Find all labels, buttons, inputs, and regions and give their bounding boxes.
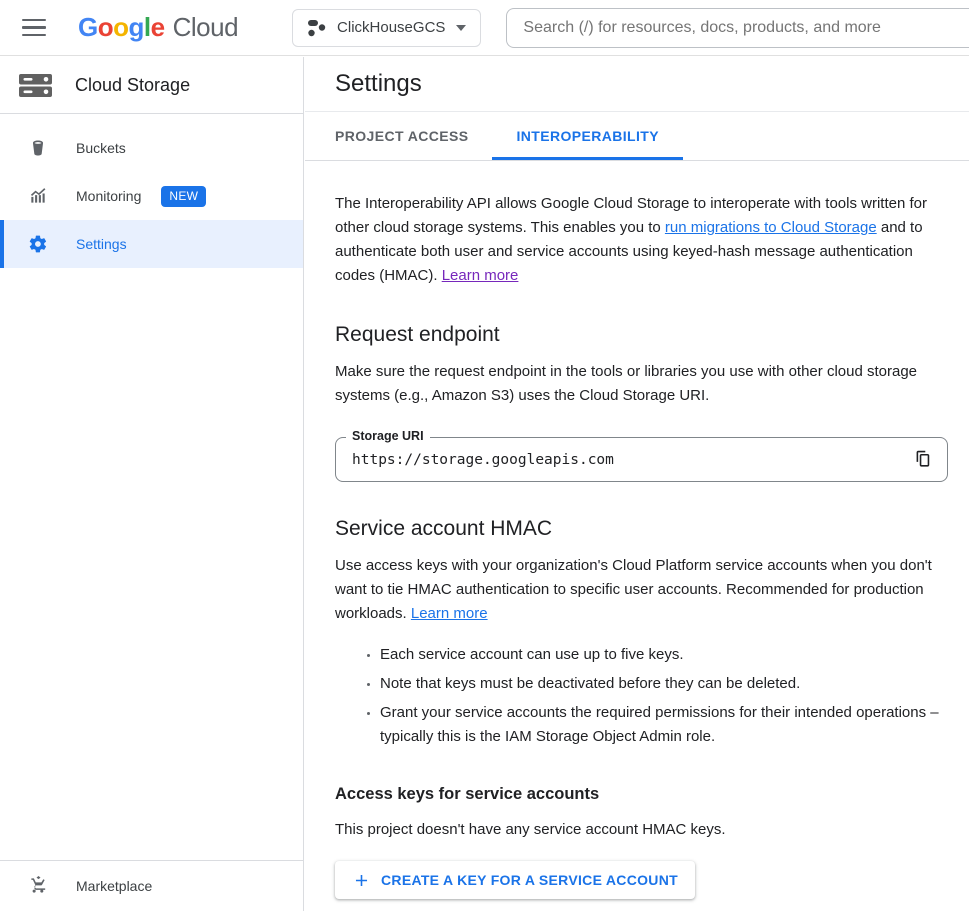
tab-bar: PROJECT ACCESS INTEROPERABILITY: [305, 112, 969, 161]
sidebar-item-settings[interactable]: Settings: [0, 220, 303, 268]
logo-letter: g: [129, 12, 144, 43]
logo-letter: G: [78, 12, 98, 43]
list-item: Grant your service accounts the required…: [380, 701, 948, 749]
storage-uri-field: Storage URI: [335, 437, 948, 482]
sidebar-item-buckets[interactable]: Buckets: [0, 124, 303, 172]
learn-more-link-hmac[interactable]: Learn more: [411, 605, 488, 622]
learn-more-link-interoperability[interactable]: Learn more: [442, 267, 519, 284]
create-key-button[interactable]: CREATE A KEY FOR A SERVICE ACCOUNT: [335, 861, 695, 899]
empty-state-text: This project doesn't have any service ac…: [335, 818, 948, 842]
logo-letter: e: [151, 12, 165, 43]
sidebar: Cloud Storage Buckets Monitoring NEW Set…: [0, 57, 304, 911]
request-endpoint-heading: Request endpoint: [335, 323, 948, 347]
project-selector[interactable]: ClickHouseGCS: [292, 9, 481, 47]
logo-letter: o: [113, 12, 128, 43]
service-account-hmac-heading: Service account HMAC: [335, 517, 948, 541]
sidebar-item-monitoring[interactable]: Monitoring NEW: [0, 172, 303, 220]
request-endpoint-body: Make sure the request endpoint in the to…: [335, 360, 948, 408]
sidebar-item-label: Buckets: [76, 140, 126, 156]
bucket-icon: [28, 138, 48, 158]
chevron-down-icon: [456, 25, 466, 31]
run-migrations-link[interactable]: run migrations to Cloud Storage: [665, 219, 877, 236]
storage-uri-input[interactable]: [336, 452, 905, 468]
logo-letter: o: [98, 12, 113, 43]
tab-content: The Interoperability API allows Google C…: [305, 192, 969, 899]
main-content: Settings PROJECT ACCESS INTEROPERABILITY…: [305, 57, 969, 911]
copy-icon[interactable]: [905, 441, 943, 479]
service-account-hmac-body: Use access keys with your organization's…: [335, 554, 948, 626]
top-bar: Google Cloud ClickHouseGCS: [0, 0, 969, 56]
sidebar-item-label: Settings: [76, 236, 127, 252]
logo-cloud-text: Cloud: [173, 12, 238, 43]
google-cloud-logo[interactable]: Google Cloud: [78, 12, 238, 43]
product-header: Cloud Storage: [0, 57, 303, 114]
tab-interoperability[interactable]: INTEROPERABILITY: [492, 112, 683, 160]
access-keys-subheading: Access keys for service accounts: [335, 785, 948, 804]
tab-project-access[interactable]: PROJECT ACCESS: [311, 112, 492, 160]
page-title: Settings: [335, 70, 422, 98]
chart-icon: [28, 186, 48, 206]
create-key-button-label: CREATE A KEY FOR A SERVICE ACCOUNT: [381, 872, 678, 888]
sidebar-nav: Buckets Monitoring NEW Settings: [0, 114, 303, 268]
storage-uri-label: Storage URI: [346, 429, 430, 443]
product-title: Cloud Storage: [75, 75, 190, 96]
project-name: ClickHouseGCS: [337, 19, 445, 36]
hmac-bullet-list: Each service account can use up to five …: [335, 643, 948, 749]
project-icon: [307, 18, 326, 37]
list-item: Each service account can use up to five …: [380, 643, 948, 667]
list-item: Note that keys must be deactivated befor…: [380, 672, 948, 696]
plus-icon: [352, 871, 371, 890]
sidebar-item-label: Marketplace: [76, 878, 152, 894]
sidebar-item-label: Monitoring: [76, 188, 141, 204]
new-badge: NEW: [161, 186, 206, 207]
shopping-cart-icon: [28, 875, 48, 898]
menu-icon[interactable]: [14, 8, 54, 48]
intro-paragraph: The Interoperability API allows Google C…: [335, 192, 948, 288]
search-input[interactable]: [506, 8, 969, 48]
sidebar-item-marketplace[interactable]: Marketplace: [0, 860, 303, 911]
gear-icon: [28, 234, 48, 254]
title-row: Settings: [305, 57, 969, 112]
cloud-storage-icon: [17, 67, 54, 104]
logo-letter: l: [144, 12, 151, 43]
